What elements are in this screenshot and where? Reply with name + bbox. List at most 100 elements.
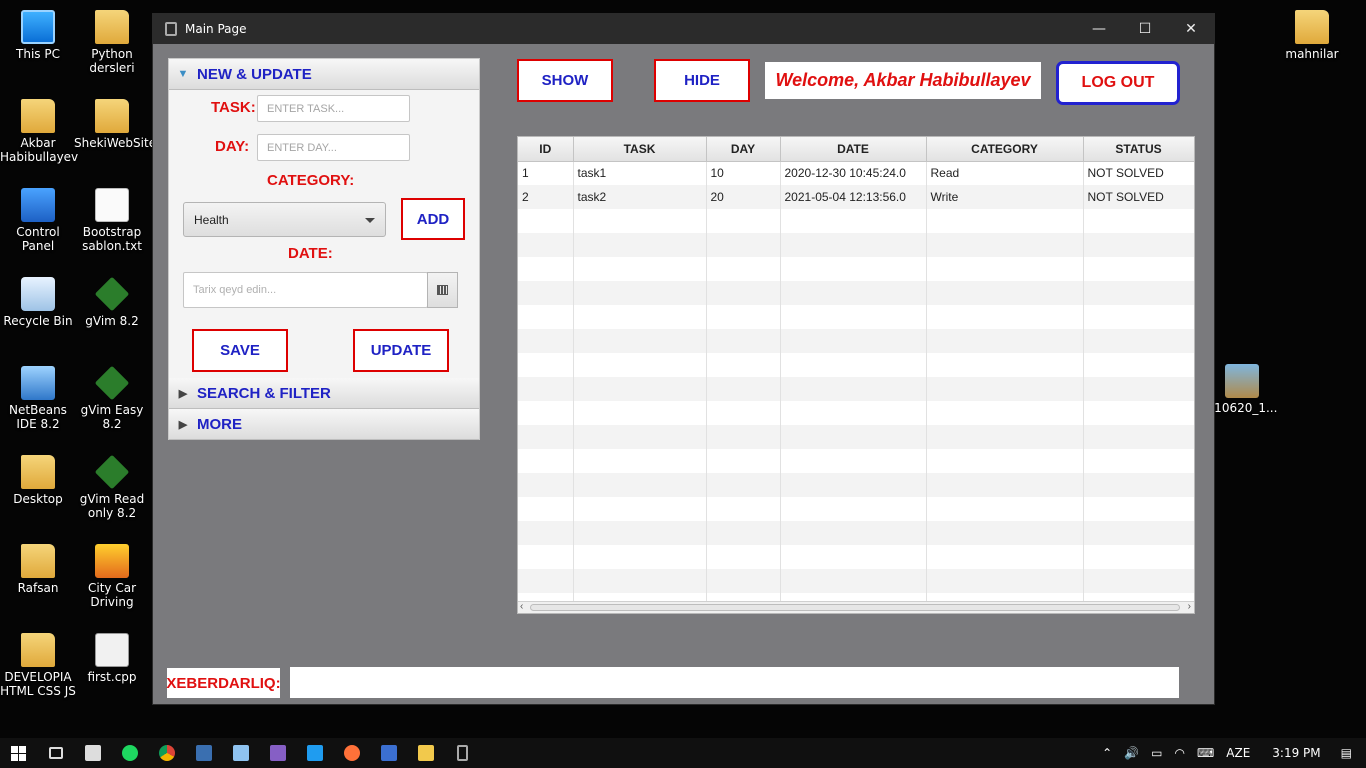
taskbar-app[interactable] (185, 738, 222, 768)
accordion-new-update[interactable]: ▼ NEW & UPDATE (169, 59, 479, 90)
window-title: Main Page (185, 22, 247, 36)
column-header-status[interactable]: STATUS (1083, 137, 1194, 162)
table-row[interactable]: 2 task2 20 2021-05-04 12:13:56.0 Write N… (518, 185, 1194, 209)
taskbar-vscode[interactable] (296, 738, 333, 768)
taskbar-firefox[interactable] (333, 738, 370, 768)
date-label: DATE: (288, 245, 333, 262)
empty-row (518, 377, 1194, 401)
desktop-icon-mahnilar[interactable]: mahnilar (1274, 10, 1350, 61)
volume-icon[interactable]: 🔊 (1118, 746, 1145, 760)
minimize-button[interactable]: — (1076, 14, 1122, 44)
text-file-icon (95, 188, 129, 222)
taskbar-java-app[interactable] (444, 738, 481, 768)
folder-icon (21, 633, 55, 667)
desktop-icon-user[interactable]: Akbar Habibullayev (0, 99, 78, 164)
windows-icon (11, 745, 26, 761)
empty-row (518, 569, 1194, 593)
wifi-icon[interactable]: ◠ (1168, 746, 1190, 760)
desktop-icon-python[interactable]: Python dersleri (74, 10, 150, 75)
cell-status: NOT SOLVED (1083, 185, 1194, 209)
gvim-icon (94, 454, 130, 490)
day-input[interactable] (257, 134, 410, 161)
spotify-icon (121, 745, 138, 761)
show-button[interactable]: SHOW (517, 59, 613, 102)
column-header-date[interactable]: DATE (780, 137, 927, 162)
folder-icon (21, 544, 55, 578)
scroll-left-icon[interactable]: ‹ (520, 601, 523, 612)
scroll-thumb[interactable] (530, 604, 1180, 611)
logout-button[interactable]: LOG OUT (1056, 61, 1180, 105)
language-indicator[interactable]: AZE (1220, 746, 1256, 760)
taskbar-spotify[interactable] (111, 738, 148, 768)
calendar-button[interactable] (427, 272, 458, 308)
desktop-icon-developia[interactable]: DEVELOPIA HTML CSS JS (0, 633, 76, 698)
taskbar-virtualbox[interactable] (222, 738, 259, 768)
task-view-button[interactable] (37, 738, 74, 768)
cell-task: task1 (573, 161, 707, 185)
window-titlebar[interactable]: Main Page — ☐ ✕ (153, 14, 1214, 44)
clock[interactable]: 3:19 PM (1256, 746, 1334, 760)
close-button[interactable]: ✕ (1168, 14, 1214, 44)
empty-row (518, 449, 1194, 473)
update-button[interactable]: UPDATE (353, 329, 449, 372)
taskbar-store[interactable] (74, 738, 111, 768)
task-label: TASK: (211, 99, 256, 116)
hide-button[interactable]: HIDE (654, 59, 750, 102)
desktop-icon-netbeans[interactable]: NetBeans IDE 8.2 (0, 366, 76, 431)
desktop-icon-first-cpp[interactable]: first.cpp (74, 633, 150, 684)
desktop-icon-bootstrap[interactable]: Bootstrap sablon.txt (74, 188, 150, 253)
empty-row (518, 473, 1194, 497)
taskbar-visual-studio[interactable] (259, 738, 296, 768)
cell-date: 2020-12-30 10:45:24.0 (780, 161, 927, 185)
accordion-more[interactable]: ▶ MORE (169, 409, 479, 440)
save-button[interactable]: SAVE (192, 329, 288, 372)
column-header-category[interactable]: CATEGORY (926, 137, 1084, 162)
desktop-icon-gvim-read[interactable]: gVim Read only 8.2 (74, 454, 150, 520)
empty-row (518, 209, 1194, 233)
desktop-icon-gvim-easy[interactable]: gVim Easy 8.2 (74, 365, 150, 431)
firefox-icon (343, 745, 360, 761)
netbeans-icon (21, 366, 55, 400)
column-header-task[interactable]: TASK (573, 137, 707, 162)
empty-row (518, 521, 1194, 545)
game-icon (95, 544, 129, 578)
column-header-day[interactable]: DAY (706, 137, 781, 162)
cell-id: 1 (518, 161, 574, 185)
taskbar-tool[interactable] (370, 738, 407, 768)
desktop-icon-rafsan[interactable]: Rafsan (0, 544, 76, 595)
accordion-search-filter[interactable]: ▶ SEARCH & FILTER (169, 378, 479, 409)
desktop-icon-control-panel[interactable]: Control Panel (0, 188, 76, 253)
category-select[interactable]: Health (183, 202, 386, 237)
battery-icon[interactable]: ▭ (1145, 746, 1168, 760)
notifications-icon[interactable]: ▤ (1335, 746, 1366, 760)
chrome-icon (158, 745, 175, 761)
scroll-right-icon[interactable]: › (1188, 601, 1191, 612)
date-input[interactable] (183, 272, 428, 308)
desktop-icon-gvim[interactable]: gVim 8.2 (74, 276, 150, 328)
taskbar-chrome[interactable] (148, 738, 185, 768)
start-button[interactable] (0, 738, 37, 768)
column-header-id[interactable]: ID (518, 137, 574, 162)
desktop-icon-this-pc[interactable]: This PC (0, 10, 76, 61)
add-button[interactable]: ADD (401, 198, 465, 240)
taskbar-file-explorer[interactable] (407, 738, 444, 768)
keyboard-icon[interactable]: ⌨ (1191, 746, 1220, 760)
horizontal-scrollbar[interactable]: ‹ › (518, 601, 1194, 613)
task-input[interactable] (257, 95, 410, 122)
computer-icon (21, 10, 55, 44)
desktop-icon-shekiwebsite[interactable]: ShekiWebSite (74, 99, 156, 150)
table-row[interactable]: 1 task1 10 2020-12-30 10:45:24.0 Read NO… (518, 161, 1194, 185)
warning-label: XEBERDARLIQ: (166, 668, 281, 698)
date-picker[interactable] (183, 272, 458, 308)
store-icon (84, 745, 101, 761)
desktop-icon-photo[interactable]: 210620_1... (1204, 364, 1280, 415)
warning-field[interactable] (290, 667, 1179, 698)
tasks-table[interactable]: ID TASK DAY DATE CATEGORY STATUS 1 task1… (517, 136, 1195, 614)
maximize-button[interactable]: ☐ (1122, 14, 1168, 44)
desktop-icon-desktop[interactable]: Desktop (0, 455, 76, 506)
app-icon (195, 745, 212, 761)
tray-overflow-icon[interactable]: ⌃ (1096, 746, 1118, 760)
desktop-icon-recycle-bin[interactable]: Recycle Bin (0, 277, 76, 328)
desktop-icon-city-car[interactable]: City Car Driving (74, 544, 150, 609)
empty-row (518, 329, 1194, 353)
